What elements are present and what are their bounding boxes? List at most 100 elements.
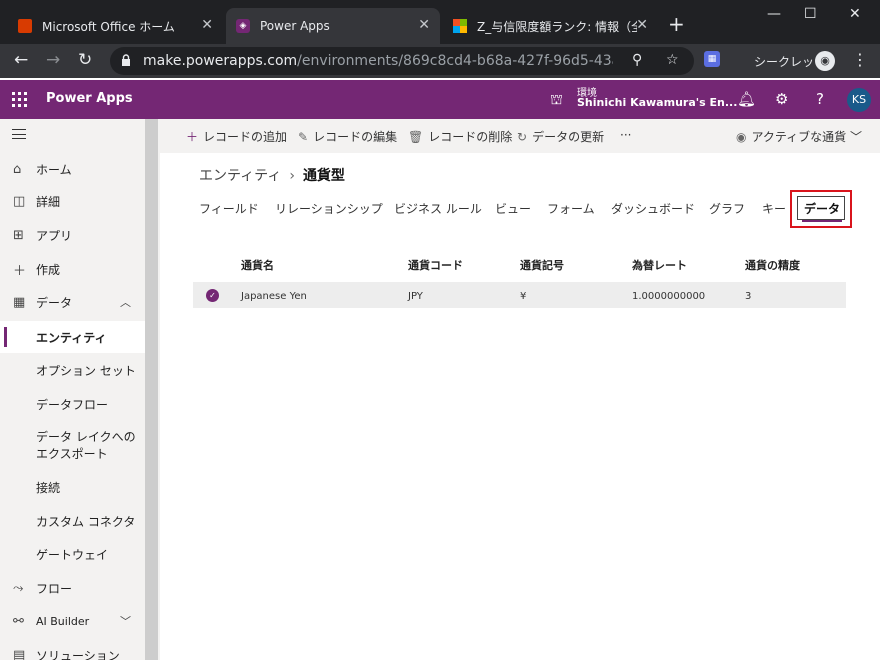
- browser-tab-entity[interactable]: Z_与信限度額ランク: 情報（全 ✕: [443, 8, 658, 44]
- address-bar: ← → ↻ make.powerapps.com/environments/86…: [0, 44, 880, 78]
- table-cell: JPY: [408, 291, 423, 302]
- tab-charts[interactable]: グラフ: [709, 200, 745, 217]
- nav-item-data[interactable]: ▦ データ ︿: [0, 286, 145, 318]
- star-icon[interactable]: ☆: [666, 52, 679, 68]
- zoom-icon[interactable]: ⚲: [632, 52, 642, 68]
- browser-tab-powerapps[interactable]: ◈ Power Apps ✕: [226, 8, 440, 44]
- forward-icon[interactable]: →: [46, 50, 60, 70]
- help-icon[interactable]: ?: [816, 90, 824, 108]
- close-icon[interactable]: ✕: [201, 17, 213, 33]
- nav-item-connections[interactable]: 接続: [0, 471, 145, 503]
- more-commands-button[interactable]: ···: [620, 128, 631, 142]
- tab-dashboards[interactable]: ダッシュボード: [611, 200, 695, 217]
- column-header-currency-name[interactable]: 通貨名: [241, 257, 274, 273]
- incognito-icon[interactable]: ◉: [815, 51, 835, 71]
- lock-icon: [122, 54, 130, 66]
- nav-item-home[interactable]: ⌂ ホーム: [0, 153, 145, 185]
- menu-dots-icon[interactable]: ⋮: [852, 50, 868, 69]
- view-selector[interactable]: ◉ アクティブな通貨 ﹀: [736, 128, 862, 145]
- environment-name[interactable]: Shinichi Kawamura's En...: [577, 96, 737, 109]
- plus-icon: ＋: [13, 263, 27, 279]
- url-input[interactable]: make.powerapps.com/environments/869c8cd4…: [110, 47, 694, 75]
- reload-icon[interactable]: ↻: [78, 50, 92, 70]
- tab-business-rules[interactable]: ビジネス ルール: [394, 200, 482, 217]
- eye-icon: ◉: [736, 130, 747, 144]
- close-icon[interactable]: ✕: [418, 17, 430, 33]
- nav-item-export-data-lake[interactable]: データ レイクへのエクスポート: [0, 424, 145, 468]
- checkmark-icon[interactable]: ✓: [206, 289, 219, 302]
- nav-item-dataflows[interactable]: データフロー: [0, 388, 145, 420]
- chevron-down-icon[interactable]: ﹀: [120, 613, 131, 629]
- close-icon[interactable]: ✕: [636, 17, 648, 33]
- new-tab-button[interactable]: +: [668, 14, 685, 34]
- nav-label: データ: [36, 295, 73, 310]
- left-nav: ⌂ ホーム ◫ 詳細 ⊞ アプリ ＋ 作成 ▦ データ ︿ エンティティ オプシ…: [0, 119, 160, 660]
- edit-record-button[interactable]: ✎ レコードの編集: [298, 128, 397, 145]
- tab-fields[interactable]: フィールド: [199, 200, 259, 217]
- column-header-currency-code[interactable]: 通貨コード: [408, 257, 463, 273]
- refresh-icon: ↻: [517, 130, 528, 144]
- book-icon: ◫: [13, 193, 26, 209]
- extension-icon[interactable]: ▦: [704, 51, 720, 67]
- home-icon: ⌂: [13, 161, 22, 177]
- environment-icon[interactable]: ⛫: [550, 92, 563, 110]
- annotation-highlight-box: [790, 190, 852, 228]
- avatar[interactable]: KS: [847, 88, 871, 112]
- nav-label: ゲートウェイ: [36, 547, 109, 562]
- chevron-down-icon: ﹀: [850, 130, 863, 144]
- table-cell: ¥: [520, 291, 527, 302]
- microsoft-icon: [453, 19, 467, 33]
- apps-icon: ⊞: [13, 227, 24, 243]
- flow-icon: ⤳: [13, 580, 24, 596]
- window-close-icon[interactable]: ✕: [849, 6, 861, 22]
- browser-tab-office[interactable]: Microsoft Office ホーム ✕: [8, 8, 223, 44]
- breadcrumb-current: 通貨型: [302, 168, 345, 184]
- app-title[interactable]: Power Apps: [46, 91, 133, 106]
- back-icon[interactable]: ←: [14, 50, 28, 70]
- nav-item-ai-builder[interactable]: ⚯ AI Builder ﹀: [0, 605, 145, 637]
- nav-item-entities[interactable]: エンティティ: [0, 321, 145, 353]
- nav-item-apps[interactable]: ⊞ アプリ: [0, 219, 145, 251]
- column-header-exchange-rate[interactable]: 為替レート: [632, 257, 687, 273]
- column-header-currency-precision[interactable]: 通貨の精度: [745, 257, 800, 273]
- tab-keys[interactable]: キー: [762, 200, 786, 217]
- nav-item-flows[interactable]: ⤳ フロー: [0, 572, 145, 604]
- nav-scrollbar[interactable]: [145, 119, 158, 660]
- url-text: make.powerapps.com/environments/869c8cd4…: [143, 53, 613, 69]
- tab-forms[interactable]: フォーム: [547, 200, 595, 217]
- add-record-button[interactable]: ＋レコードの追加: [186, 128, 287, 145]
- nav-item-learn[interactable]: ◫ 詳細: [0, 185, 145, 217]
- nav-item-custom-connectors[interactable]: カスタム コネクタ: [0, 505, 145, 537]
- app-launcher-icon[interactable]: [12, 92, 27, 107]
- nav-label: ソリューション: [36, 648, 120, 660]
- chevron-up-icon[interactable]: ︿: [120, 294, 131, 310]
- tab-title: Z_与信限度額ランク: 情報（全: [477, 19, 637, 34]
- command-bar: ＋レコードの追加 ✎ レコードの編集 🗑︎ レコードの削除 ↻ データの更新 ··· …: [160, 119, 880, 153]
- breadcrumb-parent[interactable]: エンティティ: [199, 168, 281, 184]
- notification-bell-icon[interactable]: 🔔︎: [737, 90, 756, 108]
- nav-label: データフロー: [36, 397, 109, 412]
- plus-icon: ＋: [186, 130, 199, 144]
- maximize-icon[interactable]: ☐: [804, 6, 817, 22]
- edit-icon: ✎: [298, 130, 309, 144]
- column-header-currency-symbol[interactable]: 通貨記号: [520, 257, 564, 273]
- table-cell: Japanese Yen: [241, 291, 307, 302]
- tab-title: Microsoft Office ホーム: [42, 19, 175, 34]
- tab-relationships[interactable]: リレーションシップ: [275, 200, 383, 217]
- nav-item-option-sets[interactable]: オプション セット: [0, 354, 145, 386]
- minimize-icon[interactable]: —: [767, 6, 781, 22]
- nav-label: エンティティ: [36, 330, 107, 345]
- gear-icon[interactable]: ⚙: [775, 90, 788, 108]
- nav-item-solutions[interactable]: ▤ ソリューション: [0, 639, 145, 660]
- refresh-data-button[interactable]: ↻ データの更新: [517, 128, 604, 145]
- nav-item-create[interactable]: ＋ 作成: [0, 253, 145, 285]
- nav-label: 接続: [36, 480, 61, 495]
- tab-views[interactable]: ビュー: [495, 200, 531, 217]
- table-icon: ▦: [13, 294, 26, 310]
- nav-label: オプション セット: [36, 363, 136, 378]
- hamburger-icon[interactable]: [12, 129, 26, 139]
- nav-label: AI Builder: [36, 614, 90, 628]
- nav-item-gateways[interactable]: ゲートウェイ: [0, 538, 145, 570]
- nav-label: データ レイクへのエクスポート: [36, 430, 136, 461]
- delete-record-button[interactable]: 🗑︎ レコードの削除: [408, 128, 512, 145]
